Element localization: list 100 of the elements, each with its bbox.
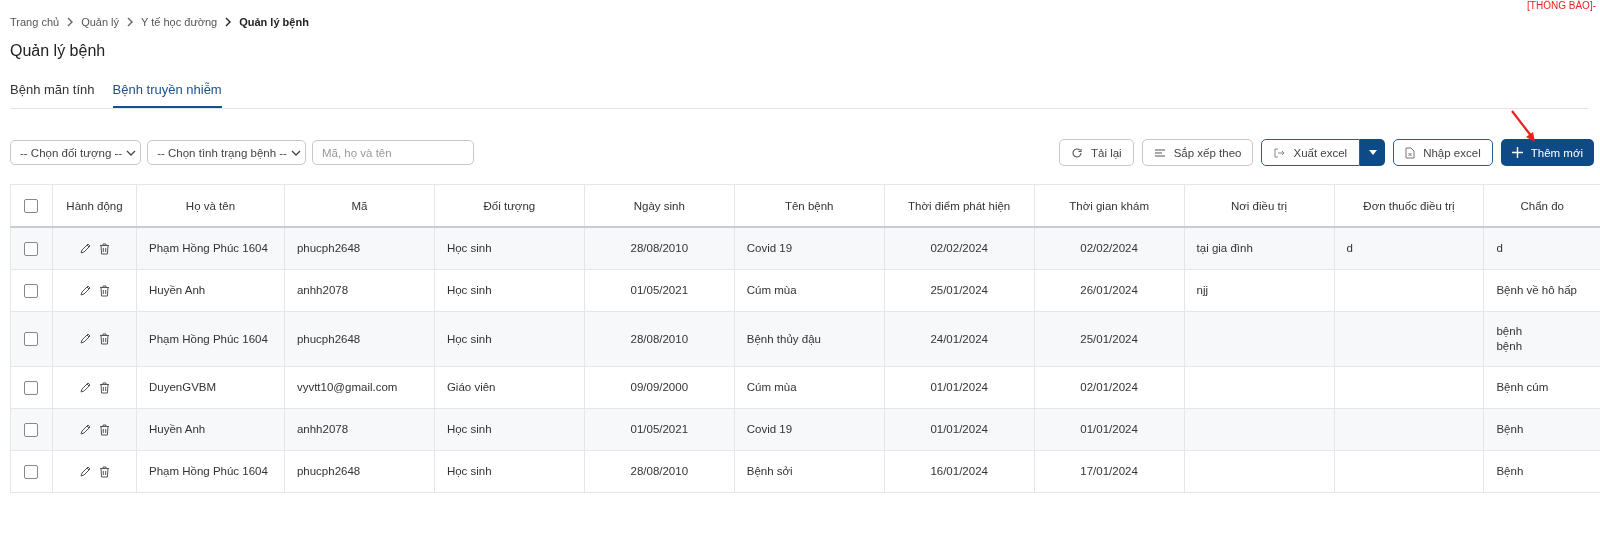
- dropdown-caret-button[interactable]: [1360, 139, 1386, 166]
- detected-date-cell: 16/01/2024: [930, 465, 988, 478]
- trash-icon[interactable]: [98, 285, 110, 297]
- toolbar-button[interactable]: Tải lại: [1059, 139, 1134, 166]
- birthdate-cell: 09/09/2000: [630, 381, 689, 394]
- diagnosis-cell: d: [1496, 242, 1503, 255]
- tab[interactable]: Bệnh mãn tính: [10, 82, 95, 108]
- notice-text: [THÔNG BÁO]-: [1527, 0, 1596, 11]
- birthdate-cell: 01/05/2021: [630, 423, 689, 436]
- trash-icon[interactable]: [98, 243, 110, 255]
- column-header: Ngày sinh: [633, 199, 685, 212]
- trash-icon[interactable]: [98, 333, 110, 346]
- pencil-icon[interactable]: [78, 382, 91, 394]
- exam-date-cell: 02/01/2024: [1080, 381, 1138, 394]
- column-header: Mã: [351, 199, 368, 212]
- name-cell: Phạm Hồng Phúc 1604: [148, 242, 268, 255]
- chevron-icon: [126, 17, 135, 27]
- disease-cell: Cúm mùa: [746, 284, 797, 297]
- toolbar-button[interactable]: Sắp xếp theo: [1141, 139, 1254, 166]
- breadcrumb-link[interactable]: Trang chủ: [10, 16, 60, 28]
- name-cell: Huyền Anh: [148, 423, 206, 436]
- checkbox[interactable]: [24, 283, 39, 298]
- chevron-down-icon: [126, 149, 137, 156]
- checkbox[interactable]: [24, 198, 39, 213]
- treatment-place-cell: tại gia đình: [1196, 242, 1253, 255]
- breadcrumb-link[interactable]: Quản lý bệnh: [239, 16, 309, 28]
- disease-cell: Covid 19: [746, 242, 793, 255]
- dropdown-select[interactable]: -- Chọn đối tượng --: [10, 140, 142, 165]
- birthdate-cell: 28/08/2010: [630, 332, 689, 345]
- trash-icon[interactable]: [98, 466, 110, 478]
- column-header: Thời gian khám: [1069, 199, 1149, 212]
- detected-date-cell: 25/01/2024: [930, 284, 988, 297]
- name-cell: Huyền Anh: [148, 284, 206, 297]
- search-field[interactable]: Mã, họ và tên: [311, 140, 474, 165]
- checkbox[interactable]: [24, 422, 39, 437]
- breadcrumb-link[interactable]: Quản lý: [81, 16, 120, 28]
- pencil-icon[interactable]: [78, 424, 91, 436]
- plus-icon: [1511, 147, 1523, 158]
- name-cell: Phạm Hồng Phúc 1604: [148, 332, 268, 345]
- column-header: Họ và tên: [185, 199, 236, 212]
- breadcrumb-link[interactable]: Y tế học đường: [141, 16, 218, 28]
- annotation-arrow: [1510, 109, 1538, 143]
- target-cell: Học sinh: [446, 423, 492, 436]
- chevron-down-icon: [290, 149, 301, 156]
- target-cell: Giáo viên: [446, 381, 496, 394]
- toolbar-button[interactable]: Nhập excel: [1393, 139, 1493, 166]
- disease-cell: Cúm mùa: [746, 381, 797, 394]
- pencil-icon[interactable]: [78, 466, 91, 478]
- exam-date-cell: 02/02/2024: [1080, 242, 1138, 255]
- diagnosis-cell: Bệnh: [1496, 465, 1524, 478]
- refresh-icon: [1071, 146, 1083, 159]
- column-header: Thời điểm phát hiện: [908, 199, 1011, 212]
- column-header: Hành động: [66, 199, 123, 212]
- disease-cell: Bệnh thủy đậu: [746, 332, 821, 345]
- toolbar-button[interactable]: Thêm mới: [1500, 139, 1594, 166]
- exam-date-cell: 17/01/2024: [1080, 465, 1138, 478]
- exam-date-cell: 01/01/2024: [1080, 423, 1138, 436]
- diagnosis-cell: Bệnh: [1496, 423, 1524, 436]
- export-icon: [1273, 146, 1286, 159]
- column-header: Đối tượng: [483, 199, 536, 212]
- detected-date-cell: 02/02/2024: [930, 242, 988, 255]
- code-cell: vyvtt10@gmail.com: [296, 381, 398, 394]
- exam-date-cell: 26/01/2024: [1080, 284, 1138, 297]
- page-title: Quản lý bệnh: [10, 42, 107, 60]
- exam-date-cell: 25/01/2024: [1080, 332, 1138, 345]
- pencil-icon[interactable]: [78, 333, 91, 346]
- tab[interactable]: Bệnh truyền nhiễm: [112, 82, 222, 108]
- code-cell: phucph2648: [296, 332, 361, 345]
- detected-date-cell: 01/01/2024: [930, 423, 988, 436]
- target-cell: Học sinh: [446, 332, 492, 345]
- code-cell: phucph2648: [296, 465, 361, 478]
- disease-cell: Bệnh sởi: [746, 465, 793, 478]
- checkbox[interactable]: [24, 241, 39, 256]
- diagnosis-cell: Bệnh về hô hấp: [1496, 284, 1578, 297]
- export-button[interactable]: Xuất excel: [1261, 139, 1361, 166]
- checkbox[interactable]: [24, 380, 39, 395]
- name-cell: DuyenGVBM: [148, 381, 217, 394]
- diagnosis-cell: bệnh bệnh: [1496, 325, 1523, 352]
- chevron-icon: [66, 17, 75, 27]
- detected-date-cell: 01/01/2024: [930, 381, 988, 394]
- trash-icon[interactable]: [98, 382, 110, 394]
- checkbox[interactable]: [24, 332, 39, 346]
- code-cell: phucph2648: [296, 242, 361, 255]
- dropdown-select[interactable]: -- Chọn tình trạng bệnh --: [147, 140, 306, 165]
- detected-date-cell: 24/01/2024: [930, 332, 988, 345]
- file-icon: [1405, 146, 1416, 159]
- column-header: Đơn thuốc điều trị: [1363, 199, 1455, 212]
- checkbox[interactable]: [24, 464, 39, 479]
- target-cell: Học sinh: [446, 242, 492, 255]
- target-cell: Học sinh: [446, 284, 492, 297]
- pencil-icon[interactable]: [78, 243, 91, 255]
- pencil-icon[interactable]: [78, 285, 91, 297]
- chevron-icon: [224, 17, 233, 27]
- disease-cell: Covid 19: [746, 423, 793, 436]
- birthdate-cell: 28/08/2010: [630, 465, 689, 478]
- treatment-place-cell: njj: [1196, 284, 1209, 297]
- column-header: Tên bệnh: [784, 199, 834, 212]
- prescription-cell: d: [1346, 242, 1353, 255]
- birthdate-cell: 01/05/2021: [630, 284, 689, 297]
- trash-icon[interactable]: [98, 424, 110, 436]
